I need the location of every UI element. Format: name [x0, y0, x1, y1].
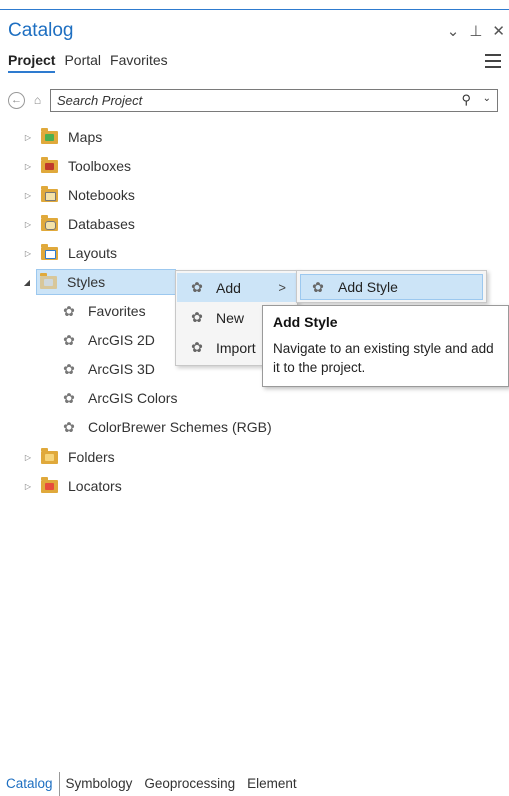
tooltip-title: Add Style	[273, 314, 338, 330]
style-palette-icon: ✿	[63, 360, 75, 377]
context-menu-add[interactable]: ✿ Add >	[177, 273, 296, 302]
tree-item-label: ArcGIS 3D	[88, 361, 155, 377]
tree-item-label: ColorBrewer Schemes (RGB)	[88, 419, 272, 435]
tab-favorites[interactable]: Favorites	[110, 52, 168, 73]
tree-item-styles[interactable]: ◢ Styles	[24, 269, 176, 295]
notebooks-folder-icon	[40, 185, 58, 203]
close-icon[interactable]: ✕	[492, 22, 505, 40]
home-icon[interactable]: ⌂	[30, 93, 45, 108]
maps-folder-icon	[40, 127, 58, 145]
tree-item-label: Styles	[67, 274, 106, 290]
submenu-arrow-icon: >	[278, 280, 286, 295]
tree-item-databases[interactable]: ▷ Databases	[22, 211, 135, 237]
layouts-folder-icon	[40, 243, 58, 261]
pane-title: Catalog	[8, 20, 74, 41]
tree-item-arcgis-colors[interactable]: ✿ ArcGIS Colors	[60, 385, 177, 411]
style-palette-icon: ✿	[63, 331, 75, 348]
catalog-tabs: Project Portal Favorites	[8, 52, 168, 73]
tree-item-label: Databases	[68, 216, 135, 232]
style-palette-icon: ✿	[63, 418, 75, 435]
new-style-icon: ✿	[191, 309, 203, 325]
tooltip: Add Style Navigate to an existing style …	[262, 305, 509, 387]
expand-arrow-icon[interactable]: ▷	[22, 453, 34, 462]
styles-folder-icon	[39, 272, 57, 290]
style-palette-icon: ✿	[63, 302, 75, 319]
expand-arrow-icon[interactable]: ▷	[22, 482, 34, 491]
search-icon[interactable]: ⚲	[461, 92, 471, 108]
tree-item-label: Layouts	[68, 245, 118, 261]
tree-item-arcgis-3d[interactable]: ✿ ArcGIS 3D	[60, 356, 155, 382]
pane-controls: ⌄ ⊥ ✕	[447, 22, 505, 40]
add-style-icon: ✿	[312, 278, 324, 295]
tree-item-label: ArcGIS 2D	[88, 332, 155, 348]
tree-item-folders[interactable]: ▷ Folders	[22, 444, 115, 470]
tree-item-label: Favorites	[88, 303, 146, 319]
submenu: ✿ Add Style	[296, 270, 487, 303]
menu-icon[interactable]	[485, 54, 501, 68]
tree-item-locators[interactable]: ▷ Locators	[22, 473, 122, 499]
folders-folder-icon	[40, 447, 58, 465]
tree-item-notebooks[interactable]: ▷ Notebooks	[22, 182, 135, 208]
submenu-add-style[interactable]: ✿ Add Style	[300, 274, 483, 300]
chevron-down-icon[interactable]: ⌄	[447, 22, 460, 40]
tab-project[interactable]: Project	[8, 52, 56, 73]
search-box: ⚲ ⌄	[50, 89, 498, 112]
tree-item-label: ArcGIS Colors	[88, 390, 178, 406]
expand-arrow-icon[interactable]: ▷	[22, 133, 34, 142]
bottom-tab-catalog[interactable]: Catalog	[0, 772, 60, 796]
collapse-arrow-icon[interactable]: ◢	[21, 278, 33, 287]
bottom-tab-symbology[interactable]: Symbology	[60, 772, 139, 796]
bottom-tab-geoprocessing[interactable]: Geoprocessing	[138, 772, 241, 796]
tree-item-colorbrewer[interactable]: ✿ ColorBrewer Schemes (RGB)	[60, 414, 272, 440]
tree-item-label: Notebooks	[68, 187, 135, 203]
context-menu-label: Import	[216, 339, 256, 356]
tree-item-label: Folders	[68, 449, 115, 465]
tree-item-maps[interactable]: ▷ Maps	[22, 124, 102, 150]
search-input[interactable]	[57, 92, 437, 108]
databases-folder-icon	[40, 214, 58, 232]
import-style-icon: ✿	[191, 339, 203, 355]
locators-folder-icon	[40, 476, 58, 494]
context-menu-label: New	[216, 309, 245, 326]
expand-arrow-icon[interactable]: ▷	[22, 220, 34, 229]
back-arrow-icon[interactable]: ←	[8, 92, 25, 109]
context-menu-label: Add	[216, 279, 241, 296]
expand-arrow-icon[interactable]: ▷	[22, 249, 34, 258]
pane-top-border	[0, 9, 509, 10]
tree-item-style-favorites[interactable]: ✿ Favorites	[60, 298, 146, 324]
tab-portal[interactable]: Portal	[64, 52, 101, 73]
expand-arrow-icon[interactable]: ▷	[22, 191, 34, 200]
tree-item-label: Maps	[68, 129, 103, 145]
tree-item-layouts[interactable]: ▷ Layouts	[22, 240, 117, 266]
pin-icon[interactable]: ⊥	[469, 22, 482, 40]
bottom-tab-element[interactable]: Element	[241, 772, 303, 796]
toolboxes-folder-icon	[40, 156, 58, 174]
tree-item-label: Locators	[68, 478, 122, 494]
bottom-tabs: Catalog Symbology Geoprocessing Element	[0, 772, 509, 796]
style-palette-icon: ✿	[63, 389, 75, 406]
search-options-chevron-icon[interactable]: ⌄	[483, 93, 491, 104]
tree-item-label: Toolboxes	[68, 158, 132, 174]
tree-item-toolboxes[interactable]: ▷ Toolboxes	[22, 153, 131, 179]
expand-arrow-icon[interactable]: ▷	[22, 162, 34, 171]
tooltip-body: Navigate to an existing style and add it…	[273, 341, 494, 375]
add-style-icon: ✿	[191, 279, 203, 295]
submenu-label: Add Style	[338, 279, 398, 295]
tree-item-arcgis-2d[interactable]: ✿ ArcGIS 2D	[60, 327, 155, 353]
